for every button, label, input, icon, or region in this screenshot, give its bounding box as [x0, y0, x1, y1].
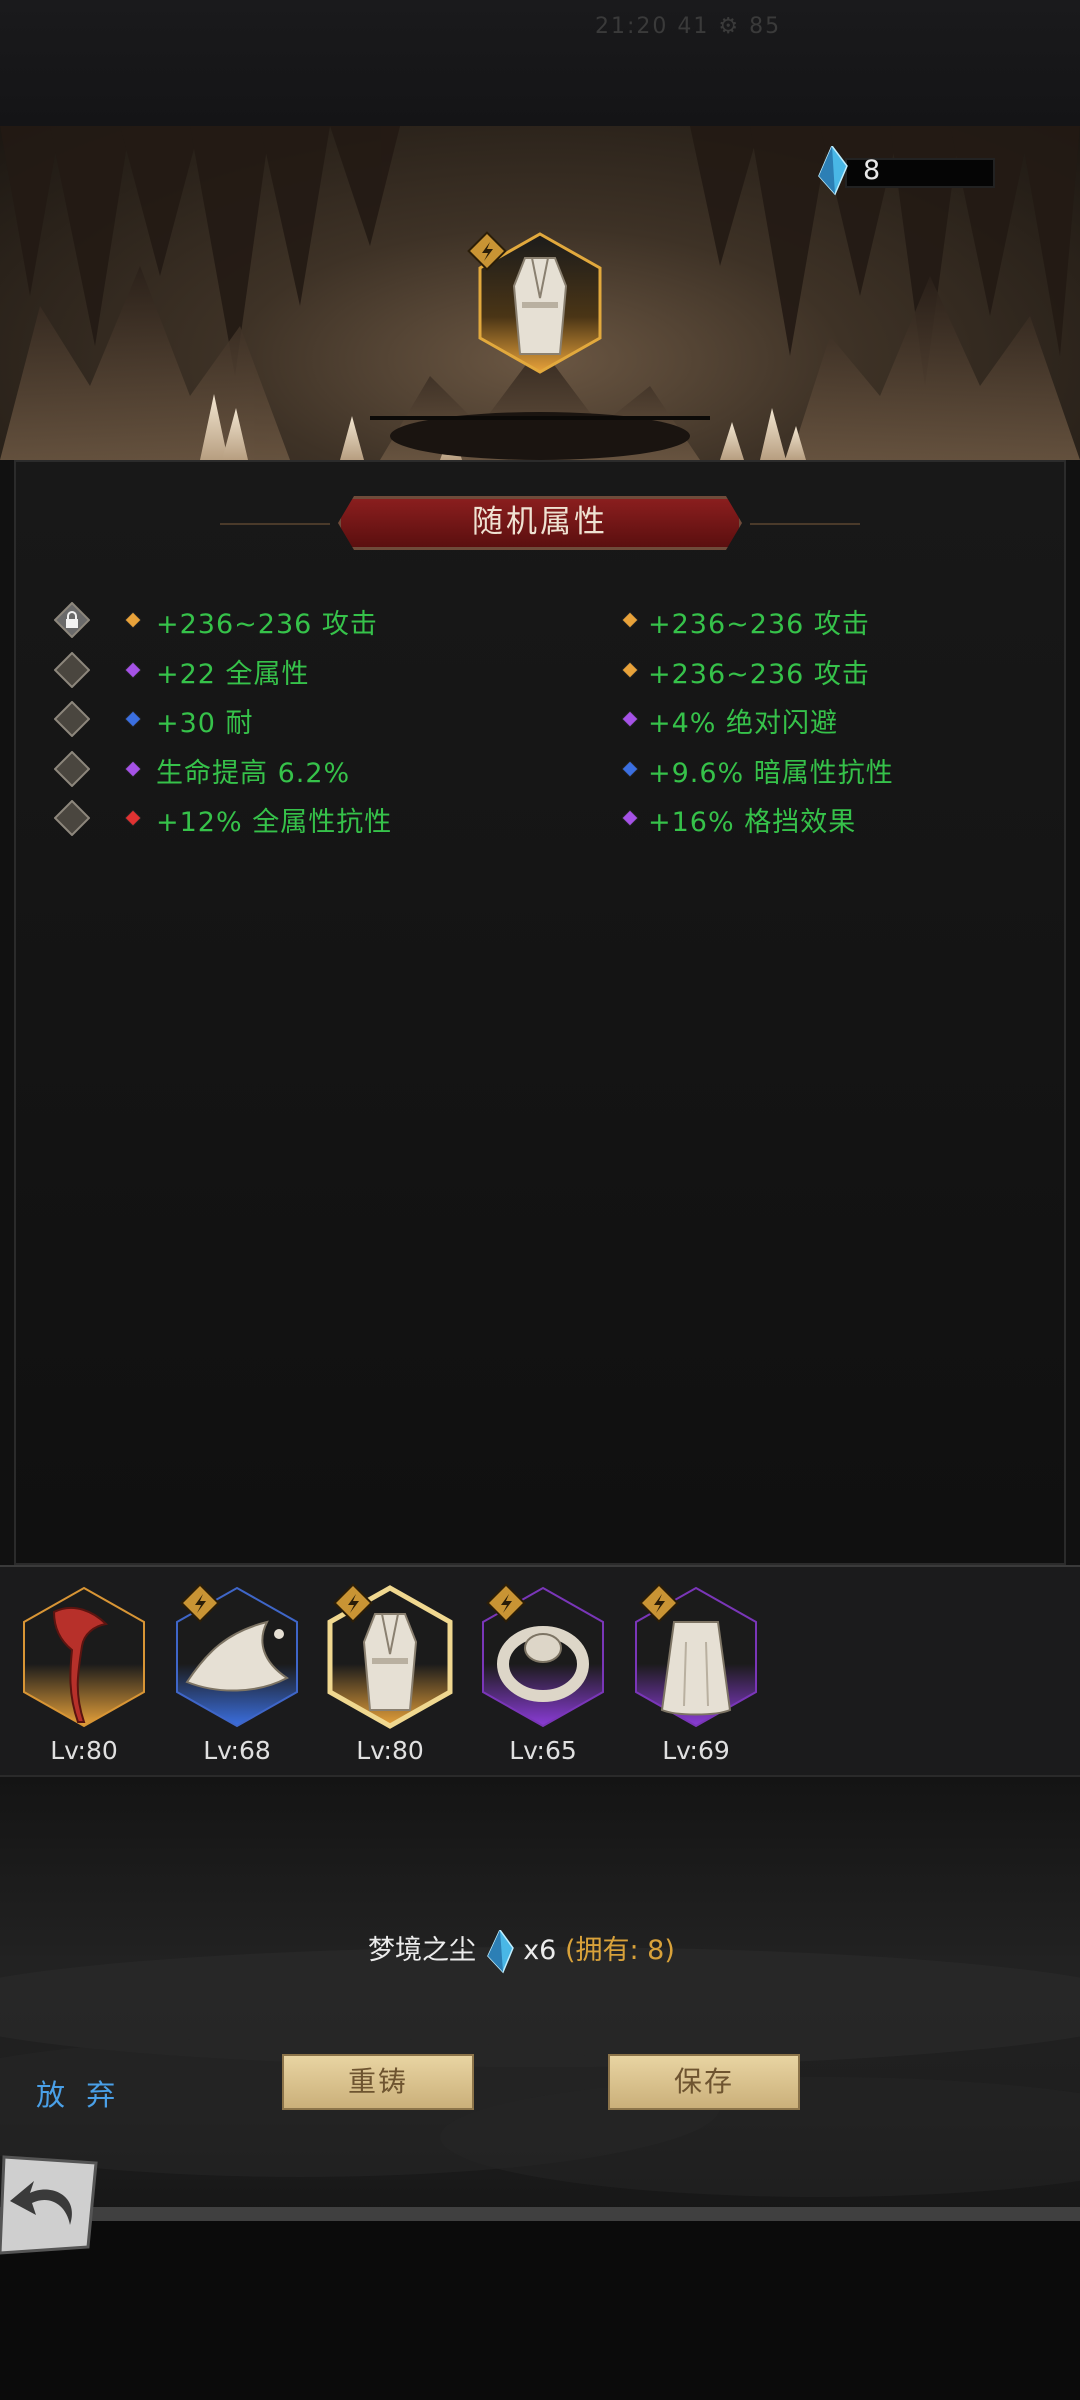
equipment-slot-robe-armor[interactable]: Lv:80 — [320, 1582, 460, 1765]
upgrade-badge-icon — [333, 1583, 373, 1623]
upgrade-badge-icon — [467, 231, 507, 271]
equipment-slot-red-dragon-weapon[interactable]: Lv:80 — [14, 1582, 154, 1765]
lock-toggle[interactable] — [53, 750, 91, 787]
blue-crystal-icon — [818, 146, 848, 196]
cost-label: 梦境之尘 — [368, 1935, 476, 1966]
discard-button[interactable]: 放 弃 — [36, 2072, 121, 2114]
orange-gem-icon — [622, 661, 638, 678]
selected-item-preview — [467, 226, 610, 386]
panel-title: 随机属性 — [472, 504, 608, 540]
attribute-new-5: +16% 格挡效果 — [648, 807, 857, 838]
lock-toggle-locked[interactable] — [53, 601, 91, 639]
equipment-level: Lv:80 — [356, 1736, 424, 1765]
padlock-icon — [53, 601, 91, 639]
equipment-slot-wizard-hat[interactable]: Lv:68 — [167, 1582, 307, 1765]
equipment-level: Lv:80 — [50, 1736, 118, 1765]
currency-value: 8 — [863, 155, 881, 186]
lock-toggle[interactable] — [53, 651, 91, 688]
diamond-toggle-icon — [53, 651, 91, 688]
diamond-toggle-icon — [53, 799, 91, 837]
save-button[interactable]: 保存 — [608, 2054, 800, 2110]
diamond-toggle-icon — [53, 700, 91, 738]
title-line-right — [750, 523, 860, 525]
cost-multiplier: x6 — [523, 1935, 557, 1966]
equipment-level: Lv:69 — [662, 1736, 730, 1765]
blue-crystal-icon — [486, 1928, 514, 1973]
diamond-toggle-icon — [53, 750, 91, 787]
attribute-current-5: +12% 全属性抗性 — [156, 807, 393, 838]
upgrade-badge-icon — [639, 1583, 679, 1623]
attribute-current-1: +236~236 攻击 — [156, 609, 378, 640]
attribute-current-3: +30 耐 — [156, 708, 254, 739]
equipment-slot-cloak[interactable]: Lv:69 — [626, 1582, 766, 1765]
attribute-current-2: +22 全属性 — [156, 658, 310, 690]
equipment-level: Lv:65 — [509, 1736, 577, 1765]
reforge-cost: 梦境之尘 x6 (拥有: 8) — [368, 1928, 675, 1974]
red-gem-icon — [125, 810, 141, 826]
fog-art — [0, 1947, 1080, 2400]
bottom-area — [0, 1777, 1080, 2400]
currency-counter: 8 — [815, 146, 1005, 196]
back-arrow-icon — [0, 2155, 98, 2255]
purple-gem-icon — [622, 810, 638, 826]
back-button[interactable] — [0, 2155, 100, 2255]
attribute-new-1: +236~236 攻击 — [648, 609, 870, 640]
status-bar: 21:20 41 ⚙ 85 — [0, 0, 1080, 126]
equipment-slot-ring[interactable]: Lv:65 — [473, 1582, 613, 1765]
title-line-left — [220, 523, 330, 525]
purple-gem-icon — [622, 711, 638, 727]
equipment-level: Lv:68 — [203, 1736, 271, 1765]
attribute-new-2: +236~236 攻击 — [648, 658, 870, 690]
reforge-screen: 21:20 41 ⚙ 85 8 随机属性 +236~236 攻击 +22 全属性… — [0, 0, 1080, 2400]
purple-gem-icon — [125, 661, 141, 678]
purple-gem-icon — [125, 760, 141, 777]
blue-gem-icon — [125, 711, 141, 727]
red-dragon-weapon-icon — [23, 1586, 145, 1728]
lock-toggle[interactable] — [53, 799, 91, 837]
attribute-current-4: 生命提高 6.2% — [156, 757, 351, 789]
cost-owned: (拥有: 8) — [564, 1935, 675, 1966]
lock-toggle[interactable] — [53, 700, 91, 738]
orange-gem-icon — [125, 612, 141, 628]
upgrade-badge-icon — [486, 1583, 526, 1623]
orange-gem-icon — [622, 612, 638, 628]
upgrade-badge-icon — [180, 1583, 220, 1623]
attribute-new-3: +4% 绝对闪避 — [648, 708, 839, 739]
reforge-button[interactable]: 重铸 — [282, 2054, 474, 2110]
status-bar-text: 21:20 41 ⚙ 85 — [595, 14, 782, 39]
blue-gem-icon — [622, 760, 638, 777]
panel-title-bar: 随机属性 — [210, 494, 870, 554]
attribute-new-4: +9.6% 暗属性抗性 — [648, 757, 894, 789]
